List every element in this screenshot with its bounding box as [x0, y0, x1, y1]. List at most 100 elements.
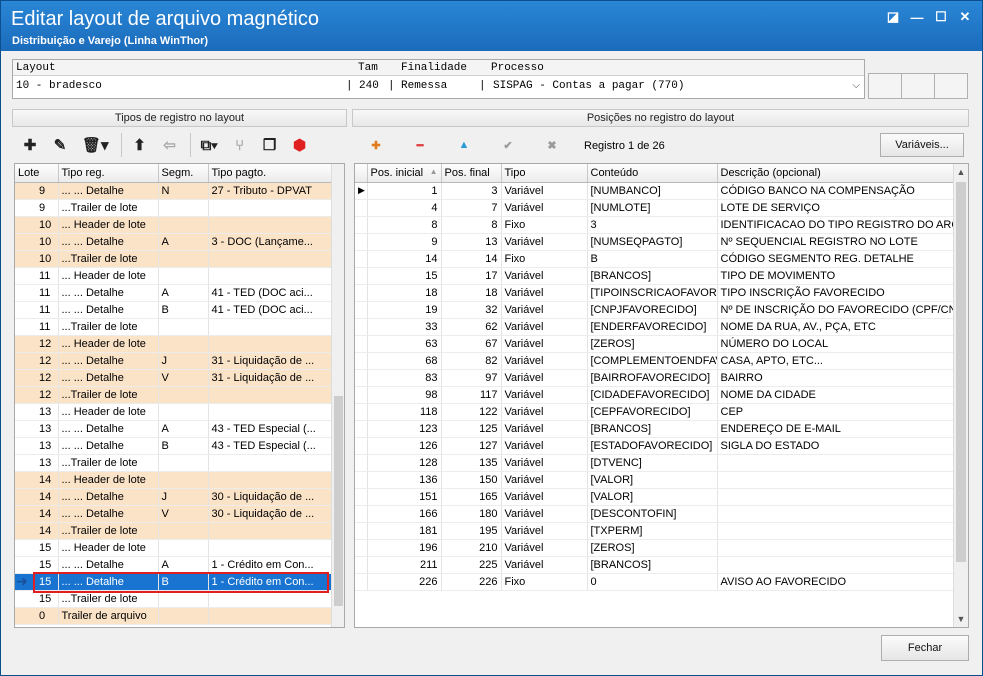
hierarchy-icon[interactable]: ⑂	[228, 132, 252, 158]
scroll-up-icon[interactable]: ▲	[954, 164, 968, 180]
edit-icon[interactable]: ✎	[48, 132, 72, 158]
table-row[interactable]: 166 180 Variável [DESCONTOFIN]	[355, 505, 954, 523]
left-scroll-thumb[interactable]	[334, 396, 343, 606]
table-row[interactable]: 15 ...Trailer de lote	[15, 590, 332, 608]
table-row[interactable]: 11 ...Trailer de lote	[15, 318, 332, 336]
table-row[interactable]: 13 ...Trailer de lote	[15, 454, 332, 472]
table-row[interactable]: 12... ... Detalhe V 31 - Liquidação de ...	[15, 369, 332, 387]
tipo-reg-cell: ... Header de lote	[58, 216, 159, 234]
table-row[interactable]: 14... ... Detalhe V 30 - Liquidação de ...	[15, 505, 332, 523]
table-row[interactable]: 15... ... Detalhe B 1 - Crédito em Con...	[15, 573, 332, 591]
table-row[interactable]: 98 117 Variável [CIDADEFAVORECIDO] NOME DA C…	[355, 386, 954, 404]
variables-button[interactable]: Variáveis...	[880, 133, 964, 157]
table-row[interactable]: 15 17 Variável [BRANCOS] TIPO DE MOVIMENTO	[355, 267, 954, 285]
table-row[interactable]: 12... ... Detalhe J 31 - Liquidação de ...	[15, 352, 332, 370]
table-row[interactable]: 14 ...Trailer de lote	[15, 522, 332, 540]
table-row[interactable]: 11... ... Detalhe A 41 - TED (DOC aci...	[15, 284, 332, 302]
table-row[interactable]: 126 127 Variável [ESTADOFAVORECIDO] SIGLA DO…	[355, 437, 954, 455]
move-up-position-icon[interactable]: ▲	[452, 132, 476, 158]
table-row[interactable]: 9 ...Trailer de lote	[15, 199, 332, 217]
table-row[interactable]: ▶ 1 3 Variável [NUMBANCO] CÓDIGO BANCO NA COM…	[355, 182, 954, 200]
column-header-tipo[interactable]: Tipo	[501, 164, 588, 183]
table-row[interactable]: 10... ... Detalhe A 3 - DOC (Lançame...	[15, 233, 332, 251]
column-header-lote[interactable]: Lote	[15, 164, 59, 183]
table-row[interactable]: 63 67 Variável [ZEROS] NÚMERO DO LOCAL	[355, 335, 954, 353]
tipo-cell: Fixo	[501, 250, 588, 268]
table-row[interactable]: 136 150 Variável [VALOR]	[355, 471, 954, 489]
table-row[interactable]: 12... Header de lote	[15, 335, 332, 353]
maximize-icon[interactable]: ☐	[930, 7, 952, 27]
table-row[interactable]: 18 18 Variável [TIPOINSCRICAOFAVORE TIPO INS…	[355, 284, 954, 302]
layout-action-button-3[interactable]	[934, 73, 968, 99]
table-row[interactable]: 14... Header de lote	[15, 471, 332, 489]
positions-grid[interactable]: Pos. inicial ▲ Pos. final Tipo Conteúdo D…	[354, 163, 969, 628]
finalidade-value: Remessa	[401, 80, 448, 92]
cancel-icon[interactable]: ✖	[540, 132, 564, 158]
table-row[interactable]: 4 7 Variável [NUMLOTE] LOTE DE SERVIÇO	[355, 199, 954, 217]
table-row[interactable]: 15... ... Detalhe A 1 - Crédito em Con...	[15, 556, 332, 574]
table-row[interactable]: 8 8 Fixo 3 IDENTIFICACAO DO TIPO REGISTRO DO…	[355, 216, 954, 234]
table-row[interactable]: 181 195 Variável [TXPERM]	[355, 522, 954, 540]
column-header-conteudo[interactable]: Conteúdo	[587, 164, 718, 183]
table-row[interactable]: 13... ... Detalhe A 43 - TED Especial (...	[15, 420, 332, 438]
table-row[interactable]: 196 210 Variável [ZEROS]	[355, 539, 954, 557]
table-row[interactable]: 9... ... Detalhe N 27 - Tributo - DPVAT	[15, 182, 332, 200]
column-header-tipo-reg[interactable]: Tipo reg.	[58, 164, 159, 183]
row-indicator	[355, 352, 368, 370]
restore-icon[interactable]: ◪	[882, 7, 904, 27]
left-grid-scrollbar[interactable]	[331, 164, 344, 627]
add-position-icon[interactable]: ✚	[364, 132, 388, 158]
column-header-segm[interactable]: Segm.	[158, 164, 209, 183]
table-row[interactable]: 11... Header de lote	[15, 267, 332, 285]
column-header-pos-final[interactable]: Pos. final	[441, 164, 502, 183]
validate-icon[interactable]: ⬢	[288, 132, 312, 158]
table-row[interactable]: 0 Trailer de arquivo	[15, 607, 332, 625]
table-row[interactable]: 226 226 Fixo 0 AVISO AO FAVORECIDO	[355, 573, 954, 591]
table-row[interactable]: 14... ... Detalhe J 30 - Liquidação de ...	[15, 488, 332, 506]
layout-action-button-2[interactable]	[901, 73, 935, 99]
table-row[interactable]: 128 135 Variável [DTVENC]	[355, 454, 954, 472]
column-header-descricao[interactable]: Descrição (opcional)	[717, 164, 954, 183]
chevron-down-icon[interactable]: ⌵	[852, 80, 860, 91]
record-types-grid[interactable]: Lote Tipo reg. Segm. Tipo pagto. 9... ..…	[14, 163, 345, 628]
add-icon[interactable]: ✚	[18, 132, 42, 158]
table-row[interactable]: 33 62 Variável [ENDERFAVORECIDO] NOME DA RUA…	[355, 318, 954, 336]
table-row[interactable]: 10 ...Trailer de lote	[15, 250, 332, 268]
pos-inicial-cell: 126	[367, 437, 442, 455]
descricao-cell: BAIRRO	[717, 369, 954, 387]
right-scroll-thumb[interactable]	[956, 182, 966, 562]
table-row[interactable]: 151 165 Variável [VALOR]	[355, 488, 954, 506]
table-row[interactable]: 13... Header de lote	[15, 403, 332, 421]
layout-action-button-1[interactable]	[868, 73, 902, 99]
minimize-icon[interactable]: —	[906, 7, 928, 27]
copy-menu-icon[interactable]: ⧉▾	[197, 132, 222, 158]
table-row[interactable]: 6882Variável[COMPLEMENTOENDFAVOCASA, APT…	[355, 352, 954, 370]
tipo-cell: Variável	[501, 335, 588, 353]
confirm-icon[interactable]: ✔	[496, 132, 520, 158]
table-row[interactable]: 211 225 Variável [BRANCOS]	[355, 556, 954, 574]
table-row[interactable]: 123 125 Variável [BRANCOS] ENDEREÇO DE E-MAI…	[355, 420, 954, 438]
tipo-reg-cell: ... ... Detalhe	[58, 505, 159, 523]
table-row[interactable]: 12 ...Trailer de lote	[15, 386, 332, 404]
close-icon[interactable]: ✕	[954, 7, 976, 27]
table-row[interactable]: 14 14 Fixo B CÓDIGO SEGMENTO REG. DETALHE	[355, 250, 954, 268]
move-up-icon[interactable]: ⬆	[128, 132, 152, 158]
table-row[interactable]: 13... ... Detalhe B 43 - TED Especial (...	[15, 437, 332, 455]
delete-icon[interactable]: 🗑▾	[78, 132, 113, 158]
column-header-pos-inicial[interactable]: Pos. inicial ▲	[367, 164, 442, 183]
remove-position-icon[interactable]: ━	[408, 132, 432, 158]
scroll-down-icon[interactable]: ▼	[954, 611, 968, 627]
table-row[interactable]: 15... Header de lote	[15, 539, 332, 557]
table-row[interactable]: 10... Header de lote	[15, 216, 332, 234]
column-header-tipo-pagto[interactable]: Tipo pagto.	[208, 164, 332, 183]
table-row[interactable]: 19 32 Variável [CNPJFAVORECIDO] Nº DE INSCRI…	[355, 301, 954, 319]
right-grid-scrollbar[interactable]: ▲ ▼	[953, 164, 968, 627]
table-row[interactable]: 118 122 Variável [CEPFAVORECIDO] CEP	[355, 403, 954, 421]
duplicate-icon[interactable]: ❐	[258, 132, 282, 158]
table-row[interactable]: 83 97 Variável [BAIRROFAVORECIDO] BAIRRO	[355, 369, 954, 387]
table-row[interactable]: 9 13 Variável [NUMSEQPAGTO] Nº SEQUENCIAL RE…	[355, 233, 954, 251]
close-button[interactable]: Fechar	[881, 635, 969, 661]
undo-icon[interactable]: ⇦	[158, 132, 182, 158]
table-row[interactable]: 11... ... Detalhe B 41 - TED (DOC aci...	[15, 301, 332, 319]
layout-selector[interactable]: Layout Tam Finalidade Processo 10 - brad…	[12, 59, 865, 99]
